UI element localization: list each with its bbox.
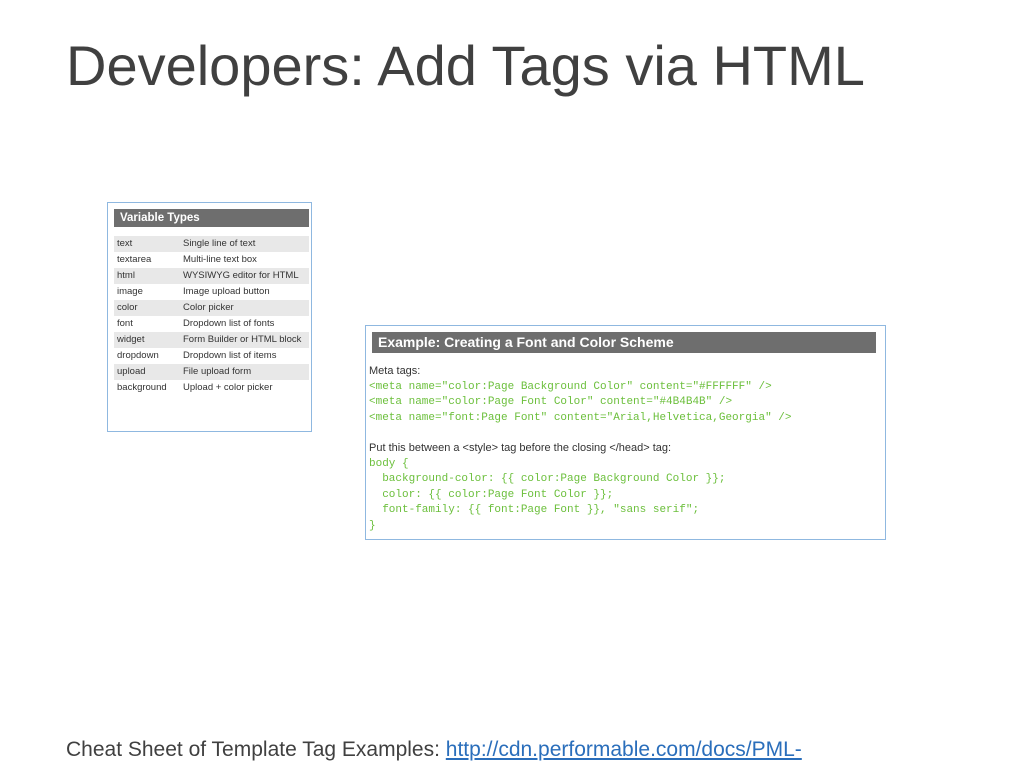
table-row: font Dropdown list of fonts (114, 316, 309, 332)
table-row: textarea Multi-line text box (114, 252, 309, 268)
instruction-text: Put this between a <style> tag before th… (369, 442, 672, 454)
variable-type-name: font (114, 316, 180, 332)
variable-type-name: html (114, 268, 180, 284)
variable-type-description: Dropdown list of items (180, 348, 309, 364)
variable-type-description: Dropdown list of fonts (180, 316, 309, 332)
table-row: background Upload + color picker (114, 380, 309, 396)
variable-type-name: upload (114, 364, 180, 380)
variable-type-name: image (114, 284, 180, 300)
variable-types-card: Variable Types text Single line of text te… (107, 202, 312, 432)
variable-type-description: File upload form (180, 364, 309, 380)
variable-type-description: Upload + color picker (180, 380, 309, 396)
table-row: image Image upload button (114, 284, 309, 300)
meta-tags-code: <meta name="color:Page Background Color"… (369, 380, 881, 427)
example-body: Meta tags: <meta name="color:Page Backgr… (369, 364, 881, 534)
variable-type-description: Multi-line text box (180, 252, 309, 268)
meta-tag-line: <meta name="color:Page Font Color" conte… (369, 396, 733, 408)
slide-title: Developers: Add Tags via HTML (66, 34, 865, 97)
variable-type-description: Single line of text (180, 236, 309, 252)
table-row: dropdown Dropdown list of items (114, 348, 309, 364)
variable-type-name: color (114, 300, 180, 316)
variable-type-description: Image upload button (180, 284, 309, 300)
variable-type-name: widget (114, 332, 180, 348)
variable-type-description: WYSIWYG editor for HTML (180, 268, 309, 284)
variable-type-name: text (114, 236, 180, 252)
table-row: html WYSIWYG editor for HTML (114, 268, 309, 284)
footer-reference: Cheat Sheet of Template Tag Examples: ht… (66, 735, 802, 765)
variable-type-name: dropdown (114, 348, 180, 364)
css-code: body { background-color: {{ color:Page B… (369, 457, 881, 535)
css-code-line: background-color: {{ color:Page Backgrou… (369, 473, 726, 485)
variable-types-table: text Single line of text textarea Multi-lin… (114, 236, 309, 396)
table-row: text Single line of text (114, 236, 309, 252)
css-code-line: } (369, 519, 376, 532)
table-row: widget Form Builder or HTML block (114, 332, 309, 348)
table-row: upload File upload form (114, 364, 309, 380)
variable-type-name: background (114, 380, 180, 396)
cheat-sheet-link[interactable]: http://cdn.performable.com/docs/PML- (446, 738, 802, 761)
variable-type-description: Form Builder or HTML block (180, 332, 309, 348)
example-card: Example: Creating a Font and Color Schem… (365, 325, 886, 540)
variable-types-heading: Variable Types (114, 209, 309, 227)
variable-type-name: textarea (114, 252, 180, 268)
css-code-line: font-family: {{ font:Page Font }}, "sans… (369, 504, 700, 516)
footer-label: Cheat Sheet of Template Tag Examples: (66, 738, 446, 761)
variable-type-description: Color picker (180, 300, 309, 316)
example-heading: Example: Creating a Font and Color Schem… (372, 332, 876, 353)
css-code-line: color: {{ color:Page Font Color }}; (369, 488, 614, 501)
meta-tag-line: <meta name="font:Page Font" content="Ari… (369, 411, 792, 424)
meta-tag-line: <meta name="color:Page Background Color"… (369, 380, 772, 393)
css-code-line: body { (369, 457, 409, 470)
meta-tags-label: Meta tags: (369, 365, 421, 377)
table-row: color Color picker (114, 300, 309, 316)
